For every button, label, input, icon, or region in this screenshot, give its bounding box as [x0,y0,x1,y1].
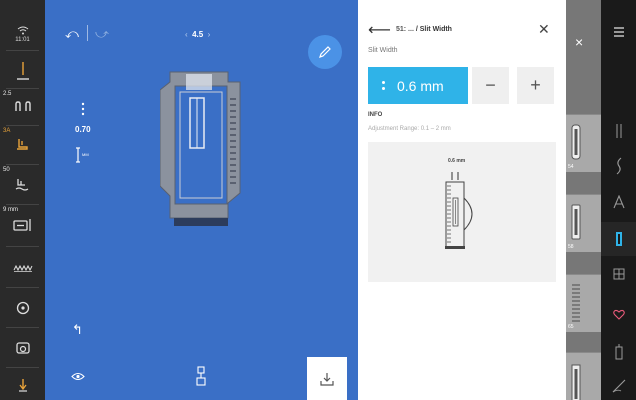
category-favorites[interactable] [601,298,636,330]
redo-icon[interactable]: ⤻ [95,26,109,42]
width-value: 0.70 [75,125,91,134]
category-buttonholes[interactable] [601,222,636,256]
decorative-stitch-icon [616,157,621,175]
needle-down-icon [18,379,27,392]
stitch-length-label: 50 [3,167,10,173]
heart-icon [612,309,625,320]
buttonhole-slit-button[interactable]: 9 mm [0,205,45,245]
buttonhole-category-icon [615,232,622,246]
buttonhole-stitch-preview [160,71,241,226]
breadcrumb-parent[interactable]: 51: ... [396,26,414,33]
divider [87,25,88,41]
undo-icon[interactable]: ⤺ [65,26,79,42]
left-toolbar: 11:01 2.5 3A 50 9 mm [0,0,45,400]
tension-icon [15,342,30,354]
stitch-width-icon [14,101,31,111]
stitch-tile-icon [571,364,581,400]
zigzag-stitch-icon [13,264,32,272]
stitch-list-panel: × 54 58 65 [566,0,601,400]
wifi-status: 11:01 [0,18,45,50]
stitch-number: 54 [568,164,574,170]
stitch-tile[interactable] [566,352,601,400]
stitch-tile-icon [571,124,581,160]
breadcrumb-current: Slit Width [419,26,452,33]
feed-dog-icon [15,179,28,191]
stitch-tile[interactable]: 58 [566,194,601,252]
pencil-icon [319,46,331,58]
needle-down-button[interactable] [0,370,45,400]
category-personal[interactable] [601,336,636,368]
slit-width-panel: ⟵ 51: ... / Slit Width ✕ Slit Width 0.6 … [358,0,566,400]
close-icon[interactable]: ✕ [538,21,550,38]
value-text: 0.6 mm [397,77,444,94]
stitch-tile-icon [571,204,581,240]
edit-button[interactable] [308,35,342,69]
thread-tension-button[interactable] [0,330,45,366]
slit-label: 9 mm [3,207,18,213]
bobbin-thread-icon [615,344,622,360]
category-alphabets[interactable] [601,186,636,218]
slit-preview: 0.6 mm [368,142,556,282]
clock: 11:01 [15,36,30,43]
preview-label: 0.6 mm [448,158,466,164]
category-quilt[interactable] [601,258,636,290]
mm-adjust-control[interactable]: MM [75,147,93,168]
utility-stitch-icon [616,124,621,138]
stitch-width-button[interactable]: 2.5 [0,89,45,125]
drag-handle-icon [382,81,385,90]
mm-unit: MM [82,152,89,157]
stitch-length-button[interactable]: 50 [0,165,45,203]
category-tutorial[interactable] [601,372,636,400]
stitch-number: 65 [568,324,574,330]
presser-foot-label: 3A [3,128,11,134]
info-title: INFO [368,112,383,118]
increase-button[interactable]: + [517,67,554,104]
slit-width-value[interactable]: 0.6 mm [368,67,468,104]
stitch-tile[interactable]: 65 [566,274,601,332]
breadcrumb: 51: ... / Slit Width [396,26,452,33]
reverse-icon[interactable]: ↰ [72,322,83,338]
stitch-number: 58 [568,244,574,250]
needle-thread-icon [612,379,625,393]
alphabet-icon [612,195,625,209]
buttonhole-diagram [445,172,473,249]
download-icon [320,372,334,386]
stitch-canvas: ⤺ ⤻ ‹ 4.5 › 0.70 MM ↰ [45,0,358,400]
download-button[interactable] [307,357,347,400]
presser-foot-button[interactable]: 3A [0,126,45,164]
decrease-button[interactable]: − [472,67,509,104]
stitch-number: 4.5 [192,30,204,39]
eye-icon[interactable] [71,372,85,381]
buttonhole-icon [12,219,31,231]
stitch-list-close-icon[interactable]: × [575,34,583,50]
needle-icon [16,62,29,80]
back-arrow-icon[interactable]: ⟵ [368,20,391,40]
adjustment-range: Adjustment Range: 0.1 – 2 mm [368,126,451,132]
hamburger-icon [613,27,624,37]
wifi-icon [17,26,28,34]
stitch-width-label: 2.5 [3,91,12,97]
quilt-icon [613,268,624,280]
section-label: Slit Width [368,47,398,54]
bobbin-icon [16,301,29,315]
stitch-pattern-button[interactable] [0,250,45,286]
category-bar [601,0,636,400]
stitch-tile[interactable]: 54 [566,114,601,172]
buttonhole-tool-icon[interactable] [195,366,207,386]
category-utility-stitches[interactable] [601,115,636,147]
stitch-navigator[interactable]: ‹ 4.5 › [185,30,210,39]
presser-foot-icon [16,139,28,150]
bobbin-button[interactable] [0,290,45,326]
next-stitch-icon[interactable]: › [203,30,211,39]
category-decorative[interactable] [601,150,636,182]
stitch-tile-icon [572,284,580,322]
vertical-dots-icon[interactable] [81,102,85,116]
needle-position-button[interactable] [0,55,45,87]
menu-button[interactable] [601,20,636,44]
